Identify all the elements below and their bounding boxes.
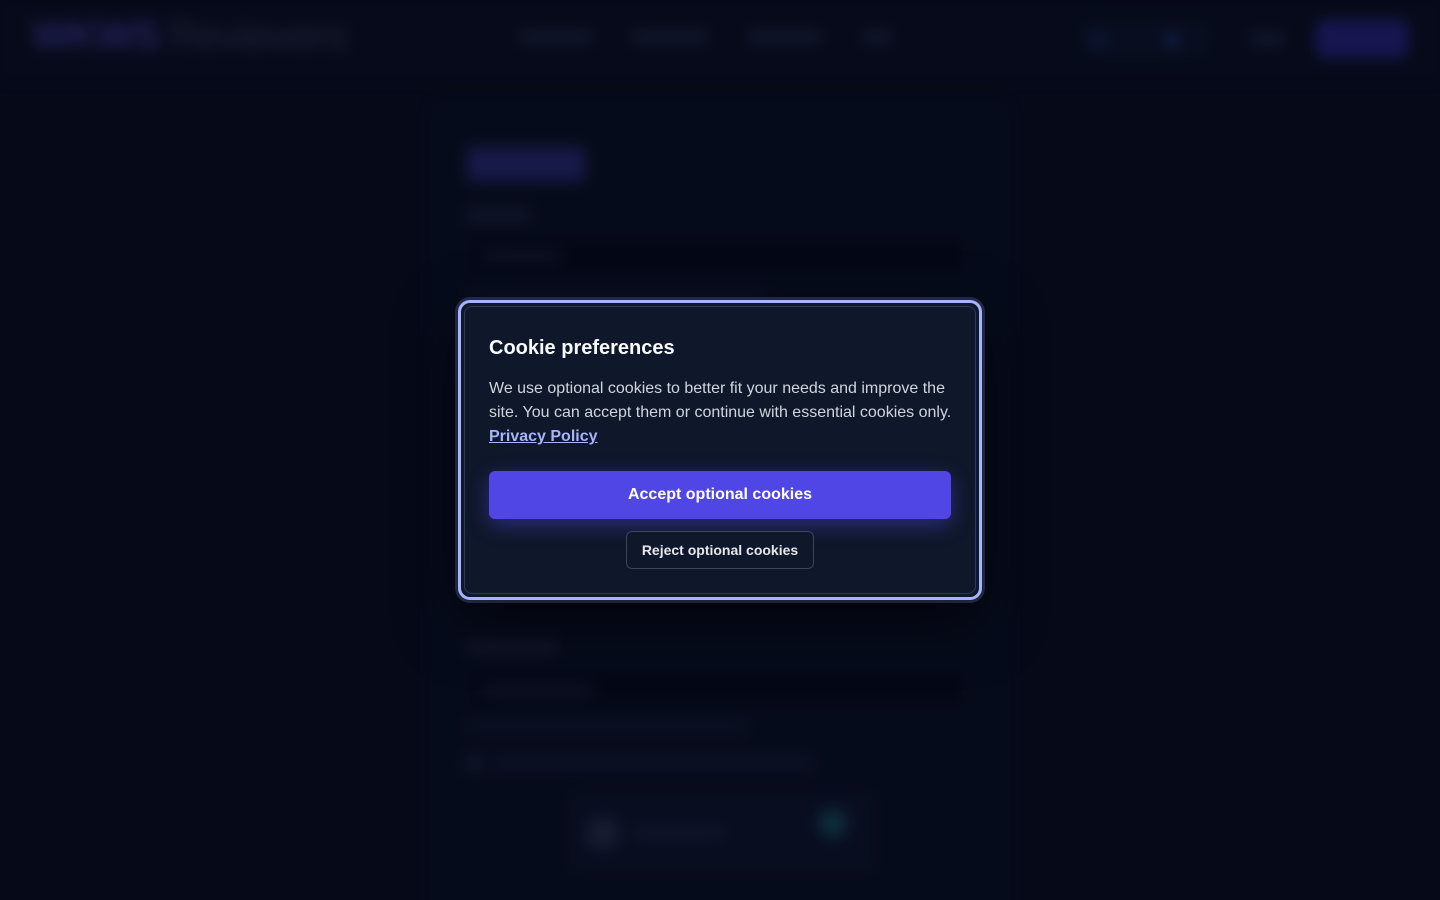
cookie-dialog-text: We use optional cookies to better fit yo… xyxy=(489,377,955,449)
cookie-dialog: Cookie preferences We use optional cooki… xyxy=(458,300,982,600)
reject-cookies-button[interactable]: Reject optional cookies xyxy=(626,531,814,569)
cookie-dialog-body: We use optional cookies to better fit yo… xyxy=(489,380,952,421)
privacy-policy-link[interactable]: Privacy Policy xyxy=(489,428,598,445)
cookie-dialog-title: Cookie preferences xyxy=(489,337,675,359)
accept-cookies-button[interactable]: Accept optional cookies xyxy=(489,471,951,519)
